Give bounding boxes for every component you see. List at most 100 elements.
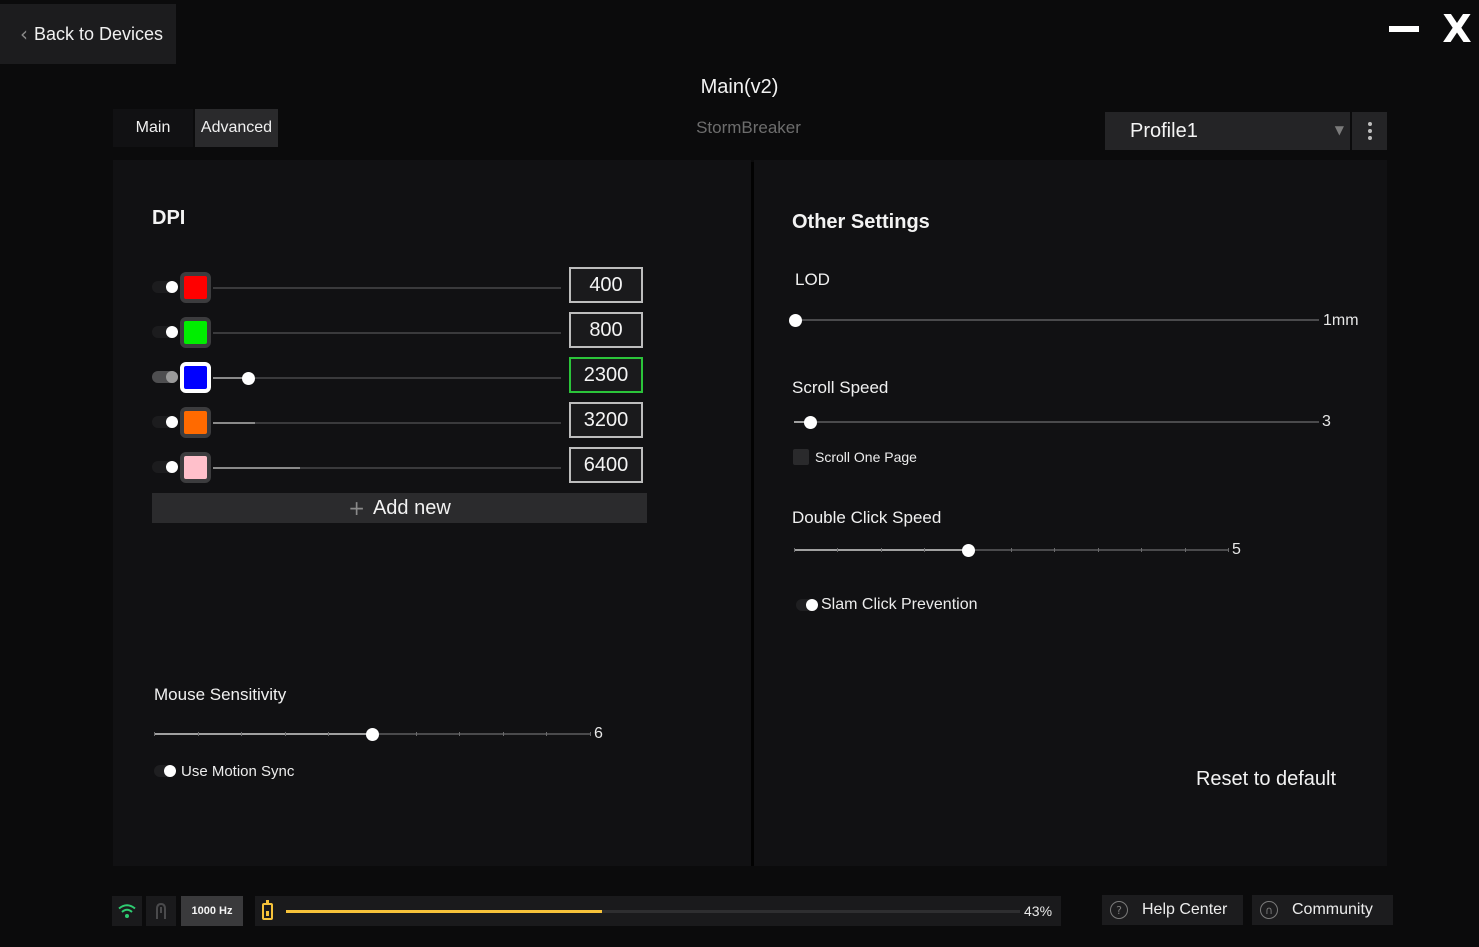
headset-icon: ∩ — [1260, 901, 1278, 919]
mouse-sensitivity-label: Mouse Sensitivity — [154, 685, 287, 704]
reset-to-default-button[interactable]: Reset to default — [1180, 768, 1352, 796]
motion-sync-label: Use Motion Sync — [181, 763, 295, 780]
dpi-slider[interactable] — [213, 332, 561, 334]
profile-select[interactable]: Profile1 ▼ — [1105, 112, 1350, 150]
dpi-slider[interactable] — [213, 467, 561, 469]
double-click-speed-value: 5 — [1232, 541, 1241, 558]
dpi-value-input[interactable]: 6400 — [569, 447, 643, 483]
slider-thumb[interactable] — [366, 728, 379, 741]
slider-tick — [590, 732, 591, 736]
dpi-color-swatch[interactable] — [180, 272, 211, 303]
dpi-title: DPI — [152, 207, 186, 229]
battery-percent: 43% — [1024, 903, 1053, 919]
slider-tick — [241, 732, 243, 736]
battery-bar — [286, 910, 1020, 913]
slider-thumb[interactable] — [961, 544, 975, 557]
help-center-button[interactable]: ? Help Center — [1102, 895, 1243, 925]
other-settings-title: Other Settings — [792, 211, 930, 233]
slider-tick — [837, 548, 839, 552]
dpi-stage-toggle[interactable] — [152, 281, 178, 293]
dpi-color-swatch[interactable] — [180, 362, 211, 393]
slider-tick — [459, 732, 461, 736]
question-icon: ? — [1110, 901, 1128, 919]
help-center-label: Help Center — [1142, 901, 1228, 918]
lod-value: 1mm — [1323, 312, 1359, 329]
double-click-speed-label: Double Click Speed — [792, 508, 942, 527]
dpi-stage-toggle[interactable] — [152, 371, 178, 383]
dpi-stage-toggle[interactable] — [152, 416, 178, 428]
slider-tick — [924, 548, 926, 552]
slider-tick — [328, 732, 330, 736]
slider-tick — [502, 732, 504, 736]
tab-advanced[interactable]: Advanced — [195, 109, 278, 147]
slider-tick — [415, 732, 417, 736]
dpi-row[interactable]: 800 — [152, 312, 647, 352]
polling-rate-badge: 1000 Hz — [181, 896, 243, 926]
slider-tick — [1228, 548, 1229, 552]
back-to-devices-label: Back to Devices — [34, 23, 164, 44]
slam-click-toggle[interactable] — [796, 599, 818, 611]
minimize-icon[interactable] — [1389, 26, 1419, 32]
battery-icon — [262, 900, 273, 920]
battery-status: 43% — [255, 896, 1061, 926]
lod-slider[interactable] — [789, 313, 1319, 327]
caret-down-icon: ▼ — [1334, 123, 1344, 137]
dpi-row[interactable]: 2300 — [152, 357, 647, 397]
slider-tick — [1097, 548, 1099, 552]
slider-tick — [1011, 548, 1012, 552]
mouse-sensitivity-value: 6 — [594, 725, 603, 742]
community-button[interactable]: ∩ Community — [1252, 895, 1393, 925]
add-new-dpi-button[interactable]: + Add new — [152, 493, 647, 523]
close-icon[interactable]: X — [1440, 10, 1474, 48]
dpi-value-input[interactable]: 400 — [569, 267, 643, 303]
motion-sync-toggle[interactable] — [154, 765, 176, 777]
dpi-row[interactable]: 6400 — [152, 447, 647, 487]
receiver-icon — [156, 902, 166, 919]
page-title: Main(v2) — [700, 76, 779, 98]
slider-tick — [1141, 548, 1143, 552]
slider-tick — [284, 732, 286, 736]
dpi-slider[interactable] — [213, 422, 561, 424]
battery-bar-fill — [286, 910, 602, 913]
dpi-value-input[interactable]: 2300 — [569, 357, 643, 393]
dpi-slider-thumb[interactable] — [241, 372, 255, 385]
scroll-one-page-checkbox[interactable] — [793, 449, 809, 465]
wireless-status — [112, 896, 142, 926]
dpi-value-input[interactable]: 3200 — [569, 402, 643, 438]
scroll-speed-label: Scroll Speed — [792, 378, 889, 397]
dpi-stage-toggle[interactable] — [152, 326, 178, 338]
dpi-row[interactable]: 3200 — [152, 402, 647, 442]
scroll-one-page-label: Scroll One Page — [815, 449, 917, 465]
mouse-sensitivity-slider[interactable] — [154, 727, 591, 741]
lod-label: LOD — [795, 270, 830, 289]
slider-tick — [1054, 548, 1056, 552]
more-options-icon[interactable] — [1352, 112, 1387, 150]
slider-tick — [197, 732, 199, 736]
dpi-stage-toggle[interactable] — [152, 461, 178, 473]
profile-select-value: Profile1 — [1130, 119, 1198, 142]
dpi-color-swatch[interactable] — [180, 452, 211, 483]
dpi-value-input[interactable]: 800 — [569, 312, 643, 348]
receiver-status — [146, 896, 176, 926]
scroll-speed-value: 3 — [1322, 413, 1331, 430]
double-click-speed-slider[interactable] — [794, 543, 1229, 557]
dpi-row[interactable]: 400 — [152, 267, 647, 307]
slider-tick — [154, 732, 155, 736]
slider-tick — [794, 548, 795, 552]
dpi-slider[interactable] — [213, 372, 561, 385]
slider-tick — [1184, 548, 1186, 552]
wifi-icon — [118, 904, 136, 918]
slider-tick — [546, 732, 548, 736]
slider-thumb[interactable] — [789, 314, 802, 327]
community-label: Community — [1292, 901, 1373, 918]
add-new-label: Add new — [372, 496, 451, 519]
back-to-devices-button[interactable]: ‹ Back to Devices — [0, 4, 176, 64]
slider-thumb[interactable] — [803, 416, 817, 429]
tab-main[interactable]: Main — [113, 109, 193, 147]
dpi-slider[interactable] — [213, 287, 561, 289]
plus-icon: + — [348, 496, 365, 520]
scroll-speed-slider[interactable] — [794, 415, 1319, 429]
slam-click-label: Slam Click Prevention — [821, 596, 978, 613]
dpi-color-swatch[interactable] — [180, 407, 211, 438]
dpi-color-swatch[interactable] — [180, 317, 211, 348]
